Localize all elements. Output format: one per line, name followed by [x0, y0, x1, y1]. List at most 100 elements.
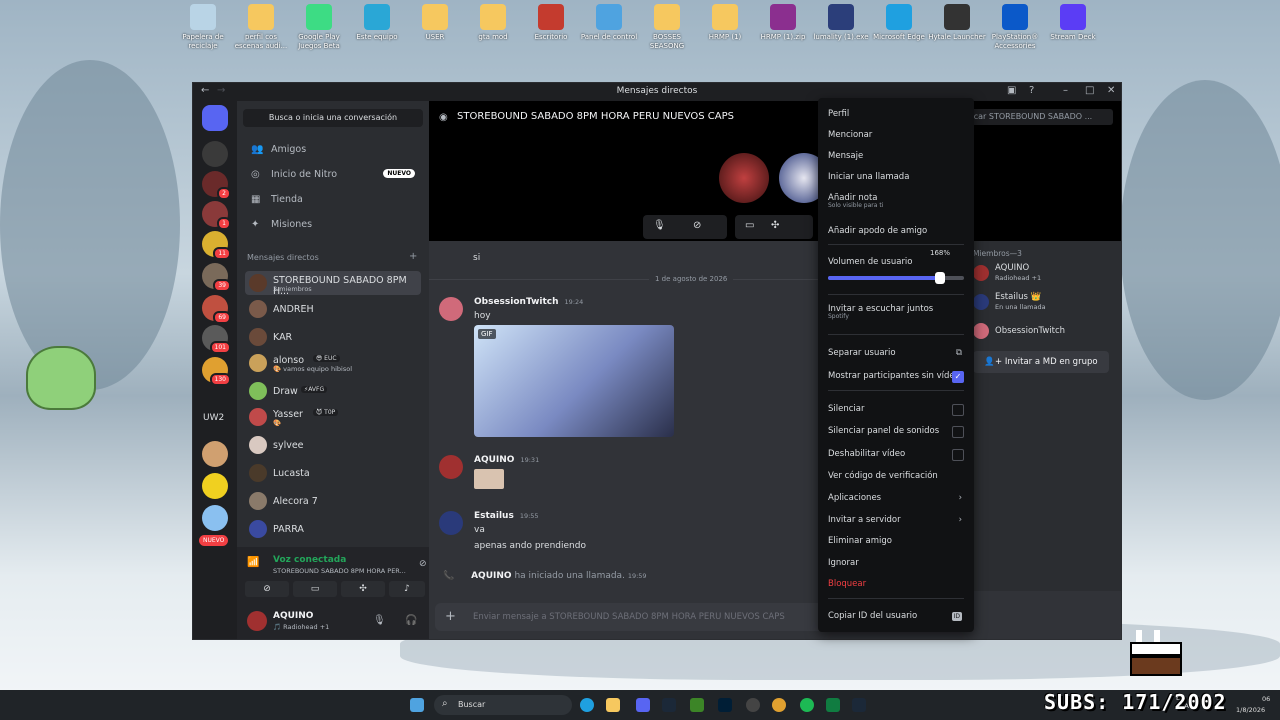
author-name[interactable]: AQUINO — [474, 455, 514, 465]
noise-suppression-icon[interactable]: ⊘ — [419, 559, 427, 569]
nav-item[interactable]: ▦ Tienda — [245, 189, 421, 211]
microphone-icon[interactable]: 🎙 — [373, 615, 386, 626]
desktop-icon[interactable]: HRMP (1) — [696, 4, 754, 42]
guild-uw2[interactable]: UW2 — [203, 413, 224, 423]
author-avatar[interactable] — [439, 511, 463, 535]
server-icon[interactable]: 2 — [202, 171, 231, 200]
server-icon[interactable]: 11 — [202, 231, 231, 260]
screen-share-button[interactable]: ▭ — [293, 581, 337, 597]
activities-button[interactable]: ✣ — [341, 581, 385, 597]
discord-home-icon[interactable] — [202, 105, 228, 131]
chrome-icon[interactable] — [772, 698, 786, 712]
dm-item[interactable]: Alecora 7 — [245, 489, 421, 513]
call-actions[interactable]: ▭ ✣ — [735, 215, 813, 239]
menu-apps[interactable]: Aplicaciones › — [828, 490, 964, 506]
screen-share-icon[interactable]: ▭ — [745, 220, 754, 231]
headphones-icon[interactable]: 🎧 — [405, 615, 417, 626]
menu-profile[interactable]: Perfil — [828, 106, 964, 122]
voice-channel[interactable]: STOREBOUND SABADO 8PM HORA PER... — [273, 567, 406, 575]
server-icon[interactable]: 130 — [202, 357, 231, 386]
menu-listen-along[interactable]: Invitar a escuchar juntos Spotify — [828, 301, 964, 320]
signal-icon[interactable]: 📶 — [247, 557, 259, 568]
minecraft-icon[interactable] — [690, 698, 704, 712]
sticker-image[interactable] — [474, 469, 504, 489]
volume-slider[interactable] — [828, 272, 964, 284]
help-icon[interactable]: ? — [1029, 85, 1034, 96]
server-icon[interactable]: 101 — [202, 325, 231, 354]
member-item[interactable]: Estailus 👑 En una llamada — [973, 292, 1113, 314]
dm-item[interactable]: Draw ⚡AVFG — [245, 379, 421, 403]
desktop-icon[interactable]: Stream Deck — [1044, 4, 1102, 42]
volume-slider-handle[interactable] — [934, 272, 945, 284]
server-icon[interactable]: 69 — [202, 295, 231, 324]
checkbox-checked-icon[interactable]: ✓ — [952, 371, 964, 383]
menu-ignore[interactable]: Ignorar — [828, 555, 964, 571]
nav-item[interactable]: 👥 Amigos — [245, 139, 421, 161]
member-item[interactable]: AQUINO Radiohead +1 — [973, 263, 1113, 285]
member-item[interactable]: ObsessionTwitch — [973, 321, 1113, 343]
voice-status[interactable]: Voz conectada — [273, 555, 346, 565]
server-icon[interactable] — [202, 441, 228, 467]
server-icon[interactable] — [202, 505, 228, 531]
search-input[interactable]: Buscar STOREBOUND SABADO ... — [955, 109, 1113, 125]
gif-attachment[interactable]: GIF — [474, 325, 674, 437]
obs-icon[interactable] — [746, 698, 760, 712]
participant-avatar[interactable] — [719, 153, 769, 203]
inbox-icon[interactable]: ▣ — [1007, 85, 1016, 96]
user-name[interactable]: AQUINO — [273, 611, 313, 621]
menu-disable-video[interactable]: Deshabilitar vídeo — [828, 446, 964, 462]
desktop-icon[interactable]: Hytale Launcher — [928, 4, 986, 42]
nav-item[interactable]: ◎ Inicio de Nitro NUEVO — [245, 164, 421, 186]
photoshop-icon[interactable] — [718, 698, 732, 712]
dm-item[interactable]: ANDREH — [245, 297, 421, 321]
file-explorer-icon[interactable] — [606, 698, 620, 712]
dm-item[interactable]: STOREBOUND SABADO 8PM H... 3 miembros — [245, 271, 421, 297]
dm-item[interactable]: PARRA — [245, 517, 421, 541]
menu-verification-code[interactable]: Ver código de verificación — [828, 468, 964, 484]
desktop-icon[interactable]: lumality (1).exe — [812, 4, 870, 42]
dm-item[interactable]: KAR — [245, 325, 421, 349]
taskbar-search[interactable]: ⌕ Buscar — [434, 695, 572, 715]
menu-show-non-video[interactable]: Mostrar participantes sin vídeo ✓ — [828, 368, 964, 384]
desktop-icon[interactable]: HRMP (1).zip — [754, 4, 812, 42]
desktop-icon[interactable]: Microsoft Edge — [870, 4, 928, 42]
author-name[interactable]: ObsessionTwitch — [474, 297, 559, 307]
clock-time[interactable]: 06 — [1262, 695, 1270, 703]
excel-icon[interactable] — [826, 698, 840, 712]
desktop-icon[interactable]: Este equipo — [348, 4, 406, 42]
menu-copy-user-id[interactable]: Copiar ID del usuario ID — [828, 608, 964, 624]
menu-block[interactable]: Bloquear — [828, 576, 964, 592]
maximize-button[interactable]: □ — [1085, 85, 1094, 96]
menu-mention[interactable]: Mencionar — [828, 127, 964, 143]
checkbox-icon[interactable] — [952, 449, 964, 461]
call-author[interactable]: AQUINO — [471, 571, 511, 581]
start-icon[interactable] — [410, 698, 424, 712]
menu-mute[interactable]: Silenciar — [828, 401, 964, 417]
server-icon[interactable] — [202, 141, 228, 167]
clock-date[interactable]: 1/8/2026 — [1236, 706, 1265, 714]
microphone-icon[interactable]: 🎙 — [653, 220, 666, 231]
menu-invite-server[interactable]: Invitar a servidor › — [828, 512, 964, 528]
server-icon[interactable]: 39 — [202, 263, 231, 292]
desktop-icon[interactable]: USER — [406, 4, 464, 42]
plus-icon[interactable]: + — [445, 609, 456, 624]
author-name[interactable]: Estailus — [474, 511, 514, 521]
find-conversation-button[interactable]: Busca o inicia una conversación — [243, 109, 423, 127]
add-dm-icon[interactable]: + — [409, 251, 417, 262]
desktop-icon[interactable]: perfil cos escenas audi... — [232, 4, 290, 51]
minimize-button[interactable]: – — [1063, 85, 1068, 96]
soundboard-button[interactable]: ♪ — [389, 581, 425, 597]
steam-icon[interactable] — [852, 698, 866, 712]
desktop-icon[interactable]: gta mod — [464, 4, 522, 42]
desktop-icon[interactable]: Papelera de reciclaje — [174, 4, 232, 51]
activities-icon[interactable]: ✣ — [771, 220, 779, 231]
edge-icon[interactable] — [580, 698, 594, 712]
checkbox-icon[interactable] — [952, 426, 964, 438]
server-icon[interactable] — [202, 473, 228, 499]
desktop-icon[interactable]: Escritorio — [522, 4, 580, 42]
menu-start-call[interactable]: Iniciar una llamada — [828, 169, 964, 185]
desktop-icon[interactable]: Google Play Juegos Beta — [290, 4, 348, 51]
menu-remove-friend[interactable]: Eliminar amigo — [828, 533, 964, 549]
menu-friend-nickname[interactable]: Añadir apodo de amigo — [828, 223, 964, 239]
author-avatar[interactable] — [439, 455, 463, 479]
